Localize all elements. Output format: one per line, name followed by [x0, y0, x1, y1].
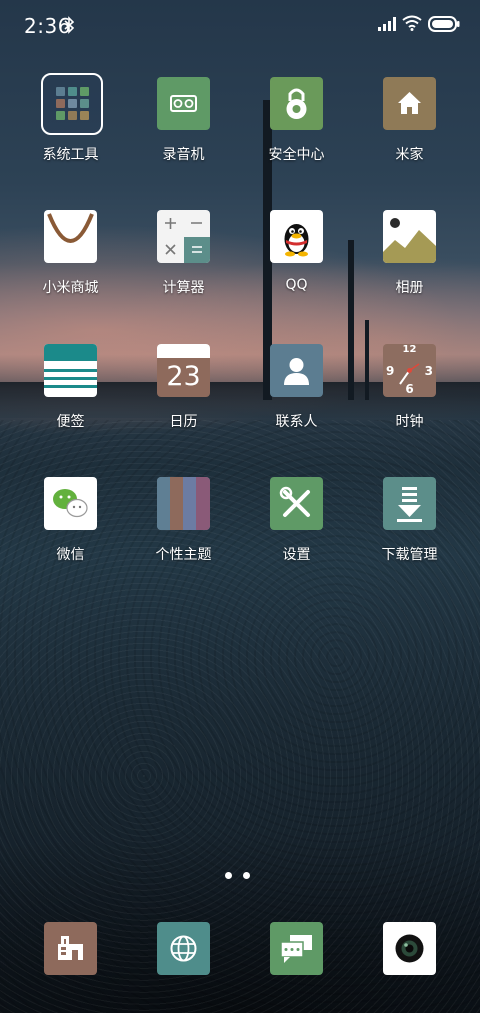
settings-icon: [270, 477, 323, 530]
shopping-bag-icon: [44, 210, 97, 263]
app-contacts[interactable]: 联系人: [240, 344, 353, 454]
app-settings[interactable]: 设置: [240, 477, 353, 587]
app-label: 小米商城: [42, 280, 99, 296]
app-label: QQ: [285, 277, 308, 293]
app-system-tools[interactable]: 系统工具: [14, 73, 127, 187]
calculator-icon: [157, 210, 210, 263]
dock-messages[interactable]: [270, 922, 323, 975]
contacts-icon: [270, 344, 323, 397]
app-calculator[interactable]: 计算器: [127, 210, 240, 320]
app-themes[interactable]: 个性主题: [127, 477, 240, 587]
page-dot-active[interactable]: [225, 872, 232, 879]
app-label: 安全中心: [268, 147, 325, 163]
app-security-center[interactable]: 安全中心: [240, 77, 353, 187]
home-icon: [383, 77, 436, 130]
app-notes[interactable]: 便签: [14, 344, 127, 454]
battery-icon: [428, 16, 460, 32]
clock-icon: 12 3 6 9: [383, 344, 436, 397]
wifi-icon: [402, 15, 422, 31]
app-label: 计算器: [162, 280, 205, 296]
app-recorder[interactable]: 录音机: [127, 77, 240, 187]
calendar-icon: 23: [157, 344, 210, 397]
folder-icon: [41, 73, 103, 135]
browser-icon: [170, 935, 197, 962]
signal-icon: [378, 17, 396, 31]
page-dot[interactable]: [243, 872, 250, 879]
app-mijia[interactable]: 米家: [353, 77, 466, 187]
app-label: 录音机: [162, 147, 205, 163]
security-icon: [270, 77, 323, 130]
app-calendar[interactable]: 23 日历: [127, 344, 240, 454]
messages-icon: [280, 935, 312, 963]
app-downloads[interactable]: 下载管理: [353, 477, 466, 587]
app-label: 米家: [395, 147, 424, 163]
themes-icon: [157, 477, 210, 530]
notes-icon: [44, 344, 97, 397]
app-label: 便签: [56, 414, 85, 430]
app-gallery[interactable]: 相册: [353, 210, 466, 320]
app-label: 相册: [395, 280, 424, 296]
dock-camera[interactable]: [383, 922, 436, 975]
app-label: 设置: [282, 547, 311, 563]
app-label: 日历: [169, 414, 198, 430]
gallery-icon: [383, 210, 436, 263]
app-label: 个性主题: [155, 547, 212, 563]
app-qq[interactable]: QQ: [240, 210, 353, 320]
download-icon: [383, 477, 436, 530]
calendar-day: 23: [166, 361, 201, 392]
app-label: 系统工具: [42, 147, 99, 163]
camera-icon: [395, 934, 424, 963]
app-label: 时钟: [395, 414, 424, 430]
app-label: 下载管理: [381, 547, 438, 563]
dock-browser[interactable]: [157, 922, 210, 975]
app-clock[interactable]: 12 3 6 9 时钟: [353, 344, 466, 454]
dock-phone[interactable]: [44, 922, 97, 975]
wechat-icon: [44, 477, 97, 530]
qq-penguin-icon: [270, 210, 323, 263]
app-mi-store[interactable]: 小米商城: [14, 210, 127, 320]
recorder-icon: [157, 77, 210, 130]
status-bar: 2:36: [0, 0, 480, 52]
app-label: 联系人: [275, 414, 318, 430]
phone-icon: [58, 936, 83, 960]
app-wechat[interactable]: 微信: [14, 477, 127, 587]
bluetooth-icon: [64, 16, 74, 34]
app-label: 微信: [56, 547, 85, 563]
calendar-header: [157, 344, 210, 358]
